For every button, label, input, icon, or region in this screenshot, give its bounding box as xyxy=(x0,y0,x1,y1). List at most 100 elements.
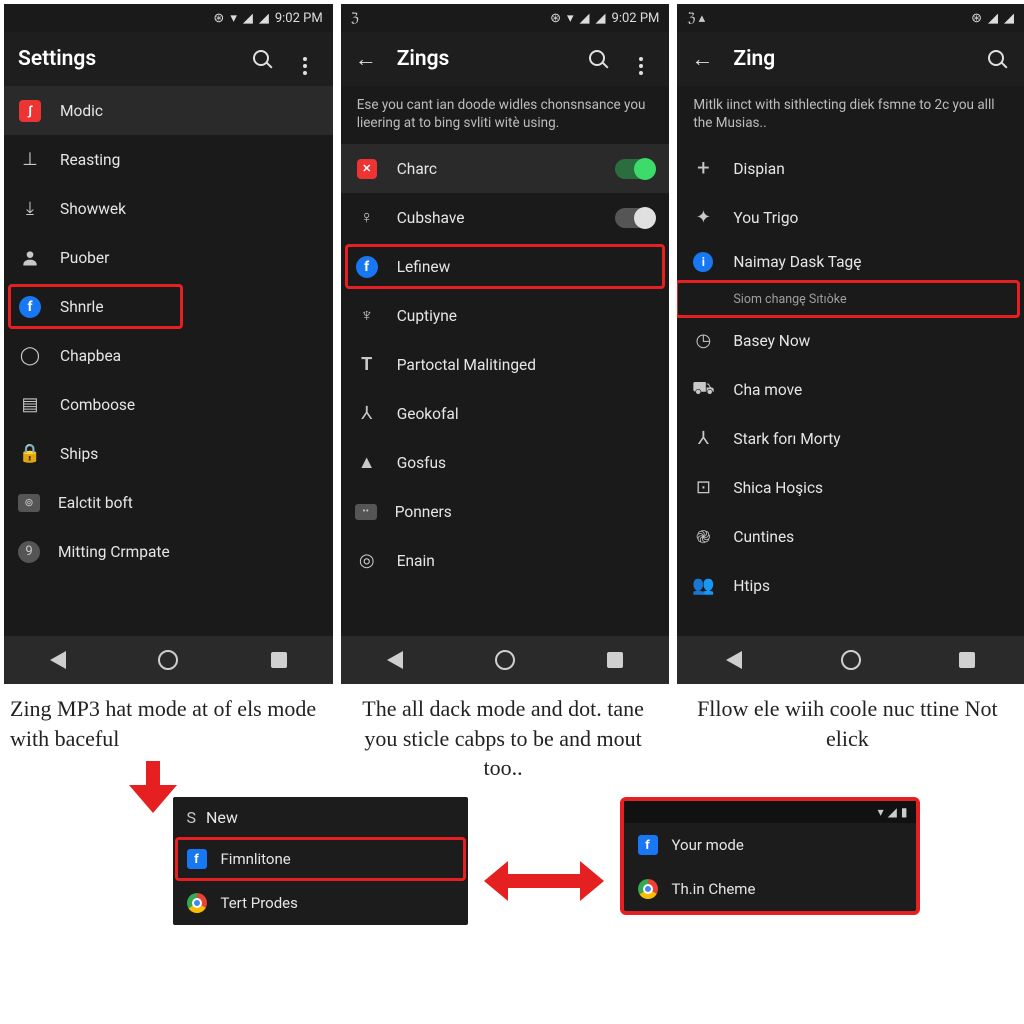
app-icon: ʃ xyxy=(18,99,42,123)
row-chamove[interactable]: ⛟ Cha move xyxy=(677,365,1024,414)
row-label: Naimay Dask Tagę xyxy=(733,253,861,271)
row-label: Ealctit boft xyxy=(58,494,133,512)
row-cuntines[interactable]: ֎ Cuntines xyxy=(677,512,1024,561)
facebook-icon: f xyxy=(355,255,379,279)
facebook-icon: f xyxy=(187,849,207,869)
row-sub-label: Siom changę Sıtıòke xyxy=(733,292,846,307)
signal-icon: ◢ xyxy=(243,11,253,26)
person-icon xyxy=(18,246,42,270)
phone-screen-1: ⊛ ▾ ◢ ◢ 9:02 PM Settings ʃ Modic ⊥ Reast… xyxy=(4,4,333,684)
app-bar: Settings xyxy=(4,32,333,86)
nav-back[interactable] xyxy=(726,651,742,669)
row-label: Shnrle xyxy=(60,298,104,316)
settings-row-puober[interactable]: Puober xyxy=(4,233,333,282)
app-title: Zing xyxy=(733,47,966,71)
row-youtrigo[interactable]: ✦ You Trigo xyxy=(677,193,1024,242)
back-button[interactable]: ← xyxy=(355,46,377,72)
row-partoctal[interactable]: T Partoctal Malitinged xyxy=(341,340,670,389)
nav-recent[interactable] xyxy=(607,652,623,668)
mini-row-tert[interactable]: Tert Prodes xyxy=(173,881,468,925)
nav-home[interactable] xyxy=(841,650,861,670)
row-dispian[interactable]: + Dispian xyxy=(677,144,1024,193)
nav-back[interactable] xyxy=(50,651,66,669)
signal-icon: ◢ xyxy=(596,11,606,26)
status-left-icon: ℨ xyxy=(351,11,359,26)
row-charc[interactable]: ✕ Charc xyxy=(341,144,670,193)
row-label: Tert Prodes xyxy=(221,894,298,912)
bookmark-icon: ⤓ xyxy=(18,197,42,221)
arrow-down-icon xyxy=(129,761,177,815)
mini-row-fimnlitone[interactable]: f Fimnlitone xyxy=(173,837,468,881)
row-label: Partoctal Malitinged xyxy=(397,356,536,374)
row-geokofal[interactable]: ⅄ Geokofal xyxy=(341,389,670,438)
row-label: Puober xyxy=(60,249,109,267)
android-navbar xyxy=(4,636,333,684)
ponners-icon: •• xyxy=(355,504,377,520)
row-label: Reasting xyxy=(60,151,120,169)
android-navbar xyxy=(677,636,1024,684)
nav-recent[interactable] xyxy=(271,652,287,668)
row-cubshave[interactable]: ♀ Cubshave xyxy=(341,193,670,242)
settings-row-ships[interactable]: 🔒 Ships xyxy=(4,429,333,478)
settings-list: + Dispian ✦ You Trigo i Naimay Dask Tagę… xyxy=(677,144,1024,636)
facebook-icon: f xyxy=(638,835,658,855)
more-icon[interactable] xyxy=(627,42,655,76)
settings-row-showwek[interactable]: ⤓ Showwek xyxy=(4,184,333,233)
settings-row-reasting[interactable]: ⊥ Reasting xyxy=(4,135,333,184)
row-stark[interactable]: ⅄ Stark forı Morty xyxy=(677,414,1024,463)
mini-row-thincheme[interactable]: Th.in Cheme xyxy=(624,867,916,911)
people-icon: 👥 xyxy=(691,574,715,598)
signal-icon: ◢ xyxy=(988,11,998,26)
row-cuptiyne[interactable]: ♆ Cuptiyne xyxy=(341,291,670,340)
mountain-icon: ▲ xyxy=(355,451,379,475)
settings-row-comboose[interactable]: ▤ Comboose xyxy=(4,380,333,429)
status-bar: ℨ ⊛ ▾ ◢ ◢ 9:02 PM xyxy=(341,4,670,32)
wifi-icon: ▾ xyxy=(567,11,574,26)
gear-icon: ◎ xyxy=(355,549,379,573)
nav-back[interactable] xyxy=(387,651,403,669)
clock-icon: ◷ xyxy=(691,329,715,353)
row-lefinew[interactable]: f Lefinew xyxy=(341,242,670,291)
settings-row-shnrle[interactable]: f Shnrle xyxy=(4,282,333,331)
row-label: Your mode xyxy=(672,836,744,854)
chrome-icon xyxy=(638,879,658,899)
row-htips[interactable]: 👥 Htips xyxy=(677,561,1024,610)
settings-row-modic[interactable]: ʃ Modic xyxy=(4,86,333,135)
row-label: Basey Now xyxy=(733,332,810,350)
row-label: Cubshave xyxy=(397,209,465,227)
mini-status-bar: ▾ ◢ ▮ xyxy=(624,801,916,823)
row-siom-change[interactable]: Siom changę Sıtıòke xyxy=(677,282,1024,316)
search-icon[interactable] xyxy=(247,47,275,71)
settings-row-ealctit[interactable]: ⊚ Ealctit boft xyxy=(4,478,333,527)
toggle-switch[interactable] xyxy=(615,159,655,179)
app-title: Settings xyxy=(18,47,231,71)
status-bar: ⊛ ▾ ◢ ◢ 9:02 PM xyxy=(4,4,333,32)
mini-row-yourmode[interactable]: f Your mode xyxy=(624,823,916,867)
settings-row-chapbea[interactable]: ◯ Chapbea xyxy=(4,331,333,380)
row-shica[interactable]: ⊡ Shica Hoşics xyxy=(677,463,1024,512)
stick-icon: ⅄ xyxy=(355,402,379,426)
row-enain[interactable]: ◎ Enain xyxy=(341,536,670,585)
app-title: Zings xyxy=(397,47,568,71)
info-icon: i xyxy=(691,250,715,274)
row-label: Stark forı Morty xyxy=(733,430,840,448)
circle-icon: ◯ xyxy=(18,344,42,368)
status-time: 9:02 PM xyxy=(612,11,660,26)
row-basey[interactable]: ◷ Basey Now xyxy=(677,316,1024,365)
wifi-icon: ▾ xyxy=(878,805,884,819)
row-gosfus[interactable]: ▲ Gosfus xyxy=(341,438,670,487)
toggle-switch[interactable] xyxy=(615,208,655,228)
search-icon[interactable] xyxy=(982,47,1010,71)
row-label: Th.in Cheme xyxy=(672,880,756,898)
more-icon[interactable] xyxy=(291,42,319,76)
settings-row-mitting[interactable]: 9 Mitting Crmpate xyxy=(4,527,333,576)
search-icon[interactable] xyxy=(583,47,611,71)
row-label: You Trigo xyxy=(733,209,798,227)
back-button[interactable]: ← xyxy=(691,46,713,72)
nav-recent[interactable] xyxy=(959,652,975,668)
row-naimay[interactable]: i Naimay Dask Tagę xyxy=(677,242,1024,282)
signal-icon: ◢ xyxy=(888,805,897,819)
nav-home[interactable] xyxy=(495,650,515,670)
row-ponners[interactable]: •• Ponners xyxy=(341,487,670,536)
nav-home[interactable] xyxy=(158,650,178,670)
